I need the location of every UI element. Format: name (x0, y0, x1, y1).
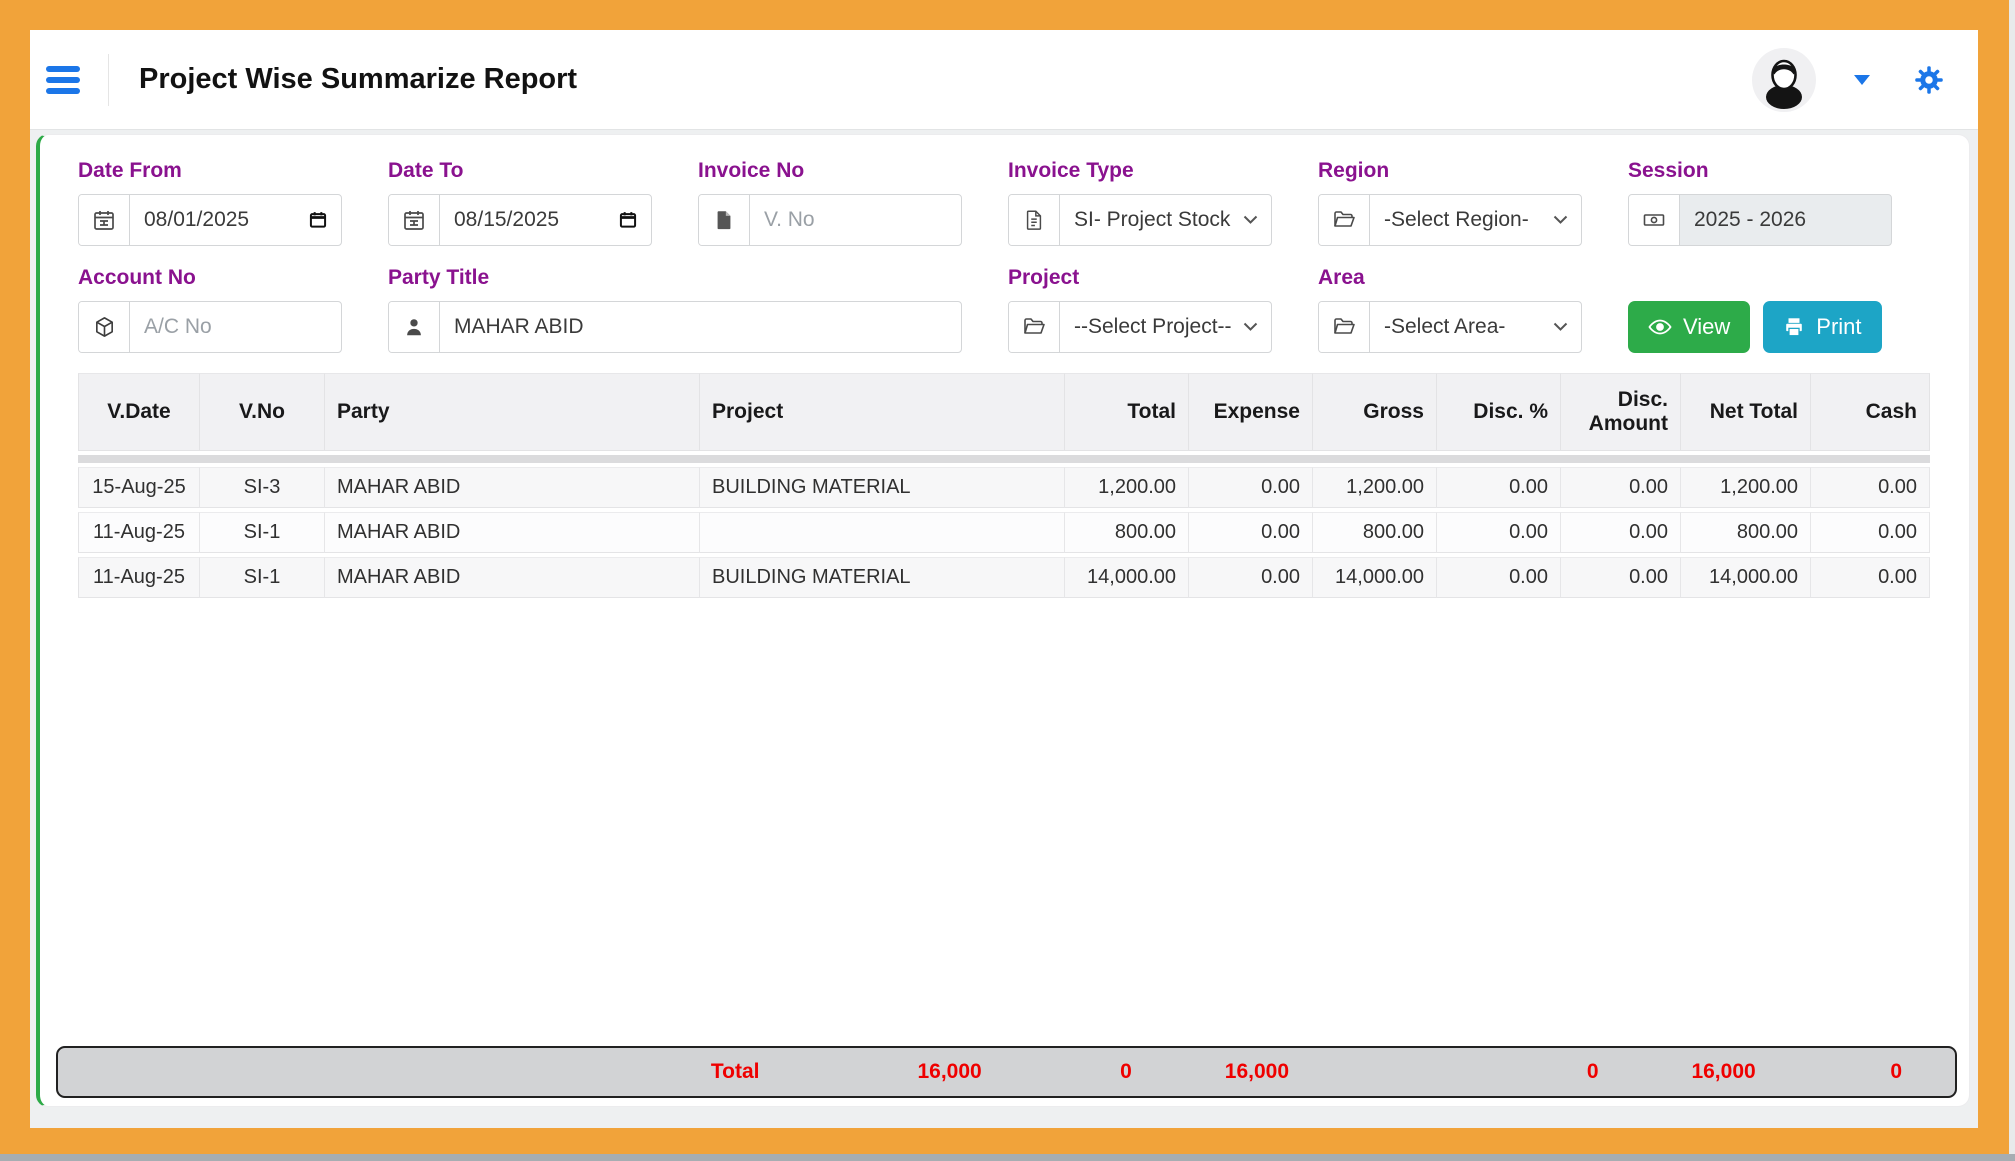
folder-open-icon (1319, 195, 1370, 245)
filter-invoice-no: Invoice No (698, 159, 962, 246)
eye-icon (1648, 318, 1672, 336)
column-header: V.No (200, 373, 325, 451)
print-button-label: Print (1816, 314, 1861, 340)
top-bar: Project Wise Summarize Report (30, 30, 1978, 130)
print-button[interactable]: Print (1763, 301, 1881, 353)
chevron-down-icon (1553, 322, 1581, 332)
filter-date-from: Date From 08/01/2025 (78, 159, 342, 246)
table-row: 11-Aug-25 SI-1 MAHAR ABID BUILDING MATER… (78, 557, 1930, 598)
column-header: Gross (1313, 373, 1437, 451)
chevron-down-icon (1553, 215, 1581, 225)
folder-open-icon (1009, 302, 1060, 352)
column-header: Project (700, 373, 1065, 451)
menu-icon[interactable] (46, 66, 80, 94)
totals-label: Total (711, 1060, 760, 1084)
view-button[interactable]: View (1628, 301, 1750, 353)
report-table: V.Date V.No Party Project Total Expense … (78, 369, 1935, 602)
column-header: Net Total (1681, 373, 1811, 451)
date-picker-icon[interactable] (308, 210, 341, 230)
filter-account-no: Account No (78, 266, 342, 353)
filter-invoice-type: Invoice Type SI- Project Stock (1008, 159, 1272, 246)
region-label: Region (1318, 159, 1582, 183)
file-text-icon (1009, 195, 1060, 245)
totals-net-total: 16,000 (1691, 1060, 1755, 1084)
filter-region: Region -Select Region- (1318, 159, 1582, 246)
printer-icon (1783, 316, 1805, 338)
gear-icon[interactable] (1914, 65, 1944, 95)
page-title: Project Wise Summarize Report (139, 63, 577, 96)
screen-right-edge (2009, 0, 2015, 1161)
folder-open-icon (1319, 302, 1370, 352)
filter-area: Area -Select Area- (1318, 266, 1582, 353)
box-icon (79, 302, 130, 352)
totals-total: 16,000 (917, 1060, 981, 1084)
invoice-type-value: SI- Project Stock (1060, 208, 1243, 232)
column-header: Disc. Amount (1561, 373, 1681, 451)
date-picker-icon[interactable] (618, 210, 651, 230)
column-header: Total (1065, 373, 1189, 451)
banknote-icon (1629, 195, 1680, 245)
filter-project: Project --Select Project-- (1008, 266, 1272, 353)
header-separator-row (78, 455, 1930, 463)
date-to-input[interactable]: 08/15/2025 (388, 194, 652, 246)
report-card: Date From 08/01/2025 (36, 134, 1970, 1107)
date-to-value: 08/15/2025 (440, 208, 618, 232)
chevron-down-icon (1243, 215, 1271, 225)
column-header: Disc. % (1437, 373, 1561, 451)
invoice-type-label: Invoice Type (1008, 159, 1272, 183)
calendar-icon (389, 195, 440, 245)
view-button-label: View (1683, 314, 1730, 340)
invoice-type-select[interactable]: SI- Project Stock (1008, 194, 1272, 246)
filter-session: Session (1628, 159, 1892, 246)
project-label: Project (1008, 266, 1272, 290)
calendar-icon (79, 195, 130, 245)
area-value: -Select Area- (1370, 315, 1553, 339)
area-select[interactable]: -Select Area- (1318, 301, 1582, 353)
session-input (1680, 208, 1891, 232)
project-value: --Select Project-- (1060, 315, 1243, 339)
party-title-input[interactable] (440, 315, 961, 339)
filter-date-to: Date To 08/15/2025 (388, 159, 652, 246)
topbar-divider (108, 54, 109, 106)
date-to-label: Date To (388, 159, 652, 183)
account-no-input[interactable] (130, 315, 341, 339)
region-value: -Select Region- (1370, 208, 1553, 232)
app-window: Project Wise Summarize Report (30, 30, 1978, 1128)
totals-bar: Total 16,000 0 16,000 0 16,000 0 (56, 1046, 1957, 1098)
screen-bottom-edge (0, 1154, 2015, 1161)
chevron-down-icon (1243, 322, 1271, 332)
totals-disc-amount: 0 (1587, 1060, 1599, 1084)
user-avatar[interactable] (1752, 48, 1816, 112)
table-row: 11-Aug-25 SI-1 MAHAR ABID 800.00 0.00 80… (78, 512, 1930, 553)
session-label: Session (1628, 159, 1892, 183)
date-from-input[interactable]: 08/01/2025 (78, 194, 342, 246)
region-select[interactable]: -Select Region- (1318, 194, 1582, 246)
invoice-no-label: Invoice No (698, 159, 962, 183)
column-header: Party (325, 373, 700, 451)
column-header: Cash (1811, 373, 1930, 451)
totals-expense: 0 (1120, 1060, 1132, 1084)
filter-party-title: Party Title (388, 266, 962, 353)
column-header: Expense (1189, 373, 1313, 451)
date-from-value: 08/01/2025 (130, 208, 308, 232)
area-label: Area (1318, 266, 1582, 290)
account-no-label: Account No (78, 266, 342, 290)
invoice-no-input[interactable] (750, 208, 961, 232)
person-icon (389, 302, 440, 352)
date-from-label: Date From (78, 159, 342, 183)
totals-cash: 0 (1890, 1060, 1902, 1084)
file-icon (699, 195, 750, 245)
table-row: 15-Aug-25 SI-3 MAHAR ABID BUILDING MATER… (78, 467, 1930, 508)
filters-section: Date From 08/01/2025 (40, 135, 1969, 353)
project-select[interactable]: --Select Project-- (1008, 301, 1272, 353)
column-header: V.Date (78, 373, 200, 451)
party-title-label: Party Title (388, 266, 962, 290)
totals-gross: 16,000 (1225, 1060, 1289, 1084)
table-header-row: V.Date V.No Party Project Total Expense … (78, 373, 1930, 451)
chevron-down-icon[interactable] (1854, 75, 1870, 85)
